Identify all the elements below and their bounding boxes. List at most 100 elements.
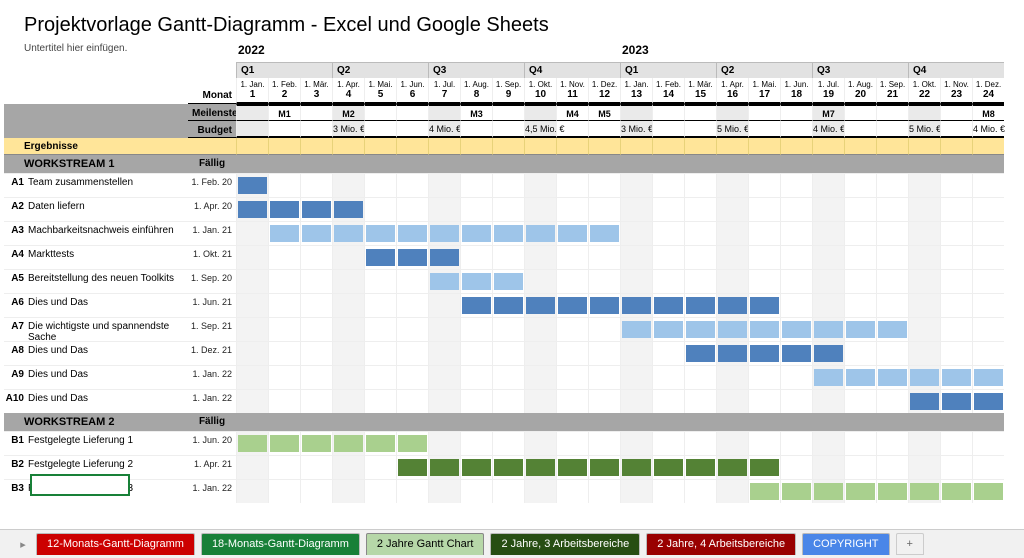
gantt-cell[interactable]	[300, 455, 332, 479]
gantt-cell[interactable]	[492, 365, 524, 389]
budget-cell[interactable]: 3 Mio. €	[332, 121, 364, 138]
budget-cell[interactable]: 4 Mio. €	[812, 121, 844, 138]
gantt-cell[interactable]	[556, 245, 588, 269]
gantt-cell[interactable]	[524, 365, 556, 389]
gantt-cell[interactable]	[620, 245, 652, 269]
gantt-bar[interactable]	[974, 369, 1003, 386]
gantt-cell[interactable]	[364, 317, 396, 341]
gantt-cell[interactable]	[908, 293, 940, 317]
gantt-cell[interactable]	[876, 293, 908, 317]
budget-cell[interactable]	[460, 121, 492, 138]
gantt-cell[interactable]	[396, 221, 428, 245]
gantt-cell[interactable]	[236, 293, 268, 317]
gantt-cell[interactable]	[556, 293, 588, 317]
gantt-cell[interactable]	[876, 431, 908, 455]
gantt-cell[interactable]	[940, 365, 972, 389]
milestone-cell[interactable]	[620, 104, 652, 121]
gantt-bar[interactable]	[238, 201, 267, 218]
sheet-tab[interactable]: 2 Jahre Gantt Chart	[366, 533, 485, 555]
gantt-bar[interactable]	[334, 435, 363, 452]
gantt-cell[interactable]	[428, 269, 460, 293]
gantt-cell[interactable]	[716, 455, 748, 479]
gantt-cell[interactable]	[812, 479, 844, 503]
gantt-cell[interactable]	[620, 341, 652, 365]
gantt-cell[interactable]	[748, 389, 780, 413]
gantt-bar[interactable]	[782, 321, 811, 338]
gantt-cell[interactable]	[460, 479, 492, 503]
milestone-cell[interactable]	[748, 104, 780, 121]
gantt-cell[interactable]	[876, 245, 908, 269]
ergebnisse-cell[interactable]	[652, 138, 684, 155]
gantt-cell[interactable]	[364, 431, 396, 455]
gantt-cell[interactable]	[652, 365, 684, 389]
active-cell-outline[interactable]	[30, 474, 130, 496]
gantt-cell[interactable]	[428, 431, 460, 455]
gantt-cell[interactable]	[300, 317, 332, 341]
gantt-cell[interactable]	[940, 197, 972, 221]
gantt-cell[interactable]	[428, 245, 460, 269]
gantt-cell[interactable]	[684, 341, 716, 365]
gantt-cell[interactable]	[652, 389, 684, 413]
gantt-cell[interactable]	[812, 269, 844, 293]
gantt-bar[interactable]	[398, 249, 427, 266]
milestone-cell[interactable]: M2	[332, 104, 364, 121]
gantt-cell[interactable]	[684, 221, 716, 245]
gantt-bar[interactable]	[878, 369, 907, 386]
gantt-cell[interactable]	[364, 479, 396, 503]
budget-cell[interactable]	[396, 121, 428, 138]
gantt-bar[interactable]	[526, 459, 555, 476]
gantt-bar[interactable]	[750, 345, 779, 362]
gantt-cell[interactable]	[716, 221, 748, 245]
gantt-cell[interactable]	[492, 221, 524, 245]
gantt-cell[interactable]	[300, 269, 332, 293]
gantt-cell[interactable]	[268, 479, 300, 503]
gantt-cell[interactable]	[364, 173, 396, 197]
gantt-cell[interactable]	[908, 365, 940, 389]
gantt-cell[interactable]	[268, 431, 300, 455]
gantt-cell[interactable]	[780, 365, 812, 389]
gantt-cell[interactable]	[364, 245, 396, 269]
task-due[interactable]: 1. Okt. 21	[188, 245, 236, 269]
gantt-bar[interactable]	[654, 459, 683, 476]
ergebnisse-cell[interactable]	[396, 138, 428, 155]
task-name[interactable]: Dies und Das	[26, 293, 188, 317]
sheet-tab[interactable]: 2 Jahre, 4 Arbeitsbereiche	[646, 533, 796, 555]
gantt-bar[interactable]	[750, 459, 779, 476]
budget-cell[interactable]	[684, 121, 716, 138]
gantt-cell[interactable]	[972, 293, 1004, 317]
milestone-cell[interactable]	[524, 104, 556, 121]
budget-cell[interactable]: 4 Mio. €	[972, 121, 1004, 138]
milestone-cell[interactable]	[652, 104, 684, 121]
gantt-bar[interactable]	[654, 321, 683, 338]
task-due[interactable]: 1. Jun. 21	[188, 293, 236, 317]
gantt-cell[interactable]	[396, 389, 428, 413]
gantt-cell[interactable]	[588, 455, 620, 479]
gantt-bar[interactable]	[558, 297, 587, 314]
gantt-cell[interactable]	[812, 197, 844, 221]
gantt-cell[interactable]	[748, 341, 780, 365]
gantt-cell[interactable]	[812, 293, 844, 317]
gantt-cell[interactable]	[556, 479, 588, 503]
gantt-cell[interactable]	[940, 389, 972, 413]
milestone-cell[interactable]	[780, 104, 812, 121]
gantt-cell[interactable]	[908, 317, 940, 341]
gantt-bar[interactable]	[814, 369, 843, 386]
gantt-bar[interactable]	[334, 201, 363, 218]
budget-cell[interactable]	[236, 121, 268, 138]
gantt-bar[interactable]	[622, 459, 651, 476]
gantt-bar[interactable]	[494, 273, 523, 290]
budget-cell[interactable]: 4,5 Mio. €	[524, 121, 556, 138]
gantt-cell[interactable]	[524, 479, 556, 503]
gantt-cell[interactable]	[844, 173, 876, 197]
budget-cell[interactable]	[268, 121, 300, 138]
gantt-cell[interactable]	[716, 173, 748, 197]
gantt-cell[interactable]	[332, 317, 364, 341]
gantt-cell[interactable]	[524, 389, 556, 413]
gantt-cell[interactable]	[812, 245, 844, 269]
milestone-cell[interactable]: M4	[556, 104, 588, 121]
milestone-cell[interactable]: M1	[268, 104, 300, 121]
gantt-bar[interactable]	[270, 435, 299, 452]
gantt-cell[interactable]	[428, 389, 460, 413]
gantt-cell[interactable]	[940, 341, 972, 365]
gantt-cell[interactable]	[588, 293, 620, 317]
